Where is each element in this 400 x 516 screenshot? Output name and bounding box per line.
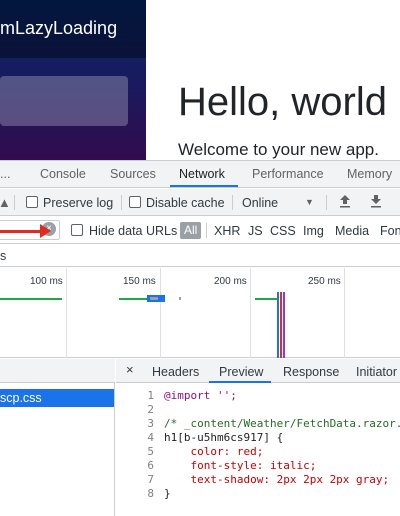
- filter-type-css[interactable]: CSS: [270, 224, 296, 238]
- code-text: /* _content/Weather/FetchData.razor.rz.s…: [164, 417, 400, 430]
- throttling-dropdown-icon[interactable]: ▼: [305, 197, 314, 207]
- overview-request-bar: [0, 298, 62, 300]
- request-name: scp.css: [0, 391, 42, 405]
- throttling-select[interactable]: Online: [242, 196, 278, 210]
- tab-console[interactable]: Console: [40, 167, 86, 181]
- disable-cache-label[interactable]: Disable cache: [146, 196, 225, 210]
- overview-gridline: [344, 268, 345, 358]
- code-text: }: [164, 487, 171, 500]
- detail-tab-bar: × Headers Preview Response Initiator: [116, 359, 400, 383]
- request-list-header[interactable]: [0, 359, 115, 383]
- overview-gridline: [160, 268, 161, 358]
- dom-content-loaded-line: [277, 292, 279, 358]
- filter-type-xhr[interactable]: XHR: [214, 224, 240, 238]
- tab-performance[interactable]: Performance: [252, 167, 324, 181]
- download-icon[interactable]: [370, 194, 382, 211]
- request-list: scp.css: [0, 359, 115, 516]
- filter-type-media[interactable]: Media: [335, 224, 369, 238]
- tab-network[interactable]: Network: [179, 167, 225, 181]
- network-toolbar: ▲ Preserve log Disable cache Online ▼: [0, 189, 400, 216]
- network-lower-pane: scp.css × Headers Preview Response Initi…: [0, 359, 400, 516]
- line-number: 1: [147, 389, 154, 402]
- line-number: 2: [147, 403, 154, 416]
- first-paint-line: [283, 292, 285, 358]
- tab-elements-truncated[interactable]: ...: [0, 167, 10, 181]
- request-row-selected[interactable]: scp.css: [0, 389, 114, 407]
- line-number: 5: [147, 445, 154, 458]
- annotation-arrow: [0, 230, 44, 233]
- settings-row-text: s: [0, 249, 7, 263]
- overview-gridline: [66, 268, 67, 358]
- request-detail-pane: × Headers Preview Response Initiator 1 @…: [116, 359, 400, 516]
- line-number: 6: [147, 459, 154, 472]
- overview-request-bar: [179, 297, 181, 300]
- code-text: font-style: italic;: [164, 459, 317, 472]
- close-icon[interactable]: ×: [126, 362, 134, 377]
- css-preview-code[interactable]: 1 @import ''; 2 3 /* _content/Weather/Fe…: [116, 389, 400, 516]
- hide-data-urls-checkbox[interactable]: [71, 224, 83, 236]
- overview-request-bar: [255, 298, 279, 300]
- app-brand-bar: mLazyLoading: [0, 0, 146, 58]
- preserve-log-label[interactable]: Preserve log: [43, 196, 113, 210]
- active-tab-indicator: [170, 185, 238, 187]
- devtools-tab-bar: ... Console Sources Network Performance …: [0, 161, 400, 188]
- overview-gridline: [250, 268, 251, 358]
- overview-tick-label: 150 ms: [123, 276, 156, 287]
- filter-type-img[interactable]: Img: [303, 224, 324, 238]
- code-text: color: red;: [164, 445, 264, 458]
- overview-tick-label: 100 ms: [30, 276, 63, 287]
- page-subheading: Welcome to your new app.: [178, 140, 379, 159]
- filter-bar: × Hide data URLs All XHR JS CSS Img Medi…: [0, 217, 400, 244]
- tab-sources[interactable]: Sources: [110, 167, 156, 181]
- page-heading: Hello, world: [178, 80, 387, 124]
- filter-type-js[interactable]: JS: [248, 224, 263, 238]
- code-text: h1[b-u5hm6cs917] {: [164, 431, 284, 444]
- settings-row: s: [0, 245, 400, 267]
- tab-headers[interactable]: Headers: [152, 365, 199, 379]
- toolbar-filter-icon[interactable]: ▲: [0, 195, 11, 210]
- hide-data-urls-label[interactable]: Hide data URLs: [89, 224, 177, 238]
- toolbar-separator: [326, 195, 327, 210]
- overview-request-bar: [150, 297, 158, 300]
- devtools-panel: ... Console Sources Network Performance …: [0, 160, 400, 516]
- preserve-log-checkbox[interactable]: [26, 196, 38, 208]
- filter-type-font[interactable]: Fon: [380, 224, 400, 238]
- tab-response[interactable]: Response: [283, 365, 339, 379]
- filter-type-all[interactable]: All: [180, 222, 202, 239]
- code-text: text-shadow: 2px 2px 2px gray;: [164, 473, 390, 486]
- upload-icon[interactable]: [339, 194, 351, 211]
- toolbar-separator: [232, 195, 233, 210]
- tab-preview[interactable]: Preview: [219, 365, 263, 379]
- overview-tick-label: 200 ms: [214, 276, 247, 287]
- tab-memory[interactable]: Memory: [347, 167, 392, 181]
- disable-cache-checkbox[interactable]: [129, 196, 141, 208]
- line-number: 3: [147, 417, 154, 430]
- line-number: 4: [147, 431, 154, 444]
- annotation-arrow-head: [40, 224, 51, 238]
- tab-initiator[interactable]: Initiator: [356, 365, 397, 379]
- app-brand-title[interactable]: mLazyLoading: [0, 18, 117, 39]
- filter-separator: [206, 223, 207, 238]
- toolbar-separator: [121, 195, 122, 210]
- code-text: @import '';: [164, 389, 237, 402]
- active-detail-tab-indicator: [209, 381, 271, 383]
- overview-tick-label: 250 ms: [308, 276, 341, 287]
- overview-request-bar: [119, 298, 147, 300]
- toolbar-separator: [14, 195, 15, 210]
- network-overview-timeline[interactable]: 100 ms 150 ms 200 ms 250 ms: [0, 268, 400, 358]
- line-number: 7: [147, 473, 154, 486]
- app-nav-item-active[interactable]: [0, 76, 128, 126]
- load-event-line: [280, 292, 282, 358]
- line-number: 8: [147, 487, 154, 500]
